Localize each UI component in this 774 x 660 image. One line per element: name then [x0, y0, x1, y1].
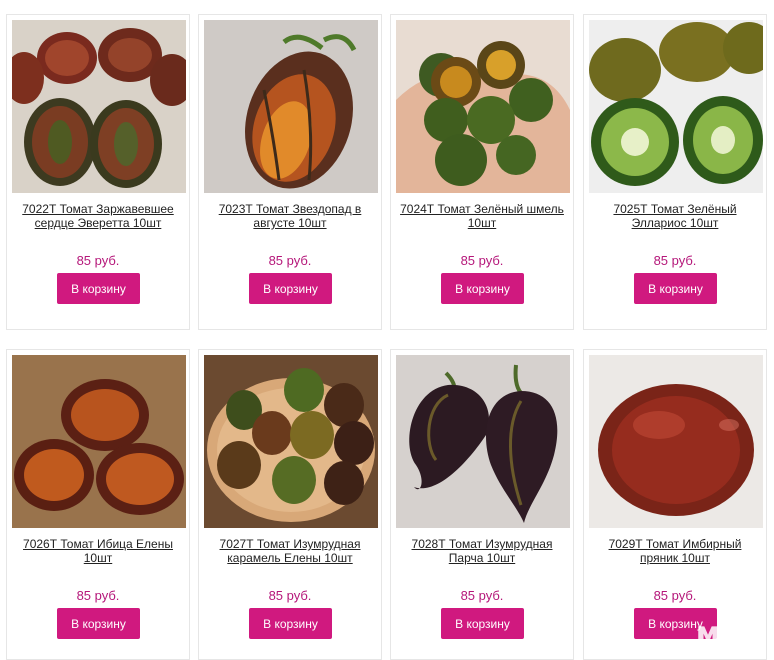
elongated-striped-tomato-image [204, 20, 378, 193]
product-image[interactable] [12, 355, 186, 528]
product-card: 7027Т Томат Изумрудная карамель Елены 10… [198, 349, 382, 660]
product-title-link[interactable]: 7029Т Томат Имбирный пряник 10шт [590, 537, 760, 565]
product-price: 85 руб. [268, 253, 312, 268]
product-card: 7022Т Томат Заржавевшее сердце Эверетта … [6, 14, 190, 330]
product-card: 7028Т Томат Изумрудная Парча 10шт 85 руб… [390, 349, 574, 660]
product-price: 85 руб. [460, 588, 504, 603]
product-image[interactable] [12, 20, 186, 193]
add-to-cart-button[interactable]: В корзину [441, 608, 524, 639]
product-title-link[interactable]: 7028Т Томат Изумрудная Парча 10шт [397, 537, 567, 565]
add-to-cart-button[interactable]: В корзину [57, 273, 140, 304]
product-title-link[interactable]: 7027Т Томат Изумрудная карамель Елены 10… [205, 537, 375, 565]
product-title-link[interactable]: 7026Т Томат Ибица Елены 10шт [13, 537, 183, 565]
add-to-cart-button[interactable]: В корзину [634, 273, 717, 304]
product-image[interactable] [589, 355, 763, 528]
add-to-cart-button[interactable]: В корзину [634, 608, 717, 639]
green-tomatoes-in-hand-image [396, 20, 570, 193]
dark-pear-tomatoes-image [396, 355, 570, 528]
red-brown-tomato-image [589, 355, 763, 528]
product-image[interactable] [396, 355, 570, 528]
add-to-cart-button[interactable]: В корзину [249, 608, 332, 639]
add-to-cart-button[interactable]: В корзину [441, 273, 524, 304]
product-card: 7026Т Томат Ибица Елены 10шт 85 руб. В к… [6, 349, 190, 660]
product-price: 85 руб. [268, 588, 312, 603]
product-image[interactable] [396, 20, 570, 193]
orange-striped-tomatoes-image [12, 355, 186, 528]
tomatoes-on-wooden-board-image [204, 355, 378, 528]
product-price: 85 руб. [76, 253, 120, 268]
sliced-striped-tomatoes-image [12, 20, 186, 193]
product-image[interactable] [589, 20, 763, 193]
product-title-link[interactable]: 7024Т Томат Зелёный шмель 10шт [397, 202, 567, 230]
add-to-cart-button[interactable]: В корзину [57, 608, 140, 639]
product-card: 7029Т Томат Имбирный пряник 10шт 85 руб.… [583, 349, 767, 660]
product-title-link[interactable]: 7025Т Томат Зелёный Эллариос 10шт [590, 202, 760, 230]
product-card: 7024Т Томат Зелёный шмель 10шт 85 руб. В… [390, 14, 574, 330]
product-title-link[interactable]: 7023Т Томат Звездопад в августе 10шт [205, 202, 375, 230]
product-price: 85 руб. [653, 253, 697, 268]
product-price: 85 руб. [460, 253, 504, 268]
product-price: 85 руб. [653, 588, 697, 603]
add-to-cart-button[interactable]: В корзину [249, 273, 332, 304]
product-image[interactable] [204, 20, 378, 193]
product-card: 7025Т Томат Зелёный Эллариос 10шт 85 руб… [583, 14, 767, 330]
green-ribbed-tomatoes-image [589, 20, 763, 193]
product-title-link[interactable]: 7022Т Томат Заржавевшее сердце Эверетта … [13, 202, 183, 230]
product-price: 85 руб. [76, 588, 120, 603]
product-card: 7023Т Томат Звездопад в августе 10шт 85 … [198, 14, 382, 330]
product-image[interactable] [204, 355, 378, 528]
